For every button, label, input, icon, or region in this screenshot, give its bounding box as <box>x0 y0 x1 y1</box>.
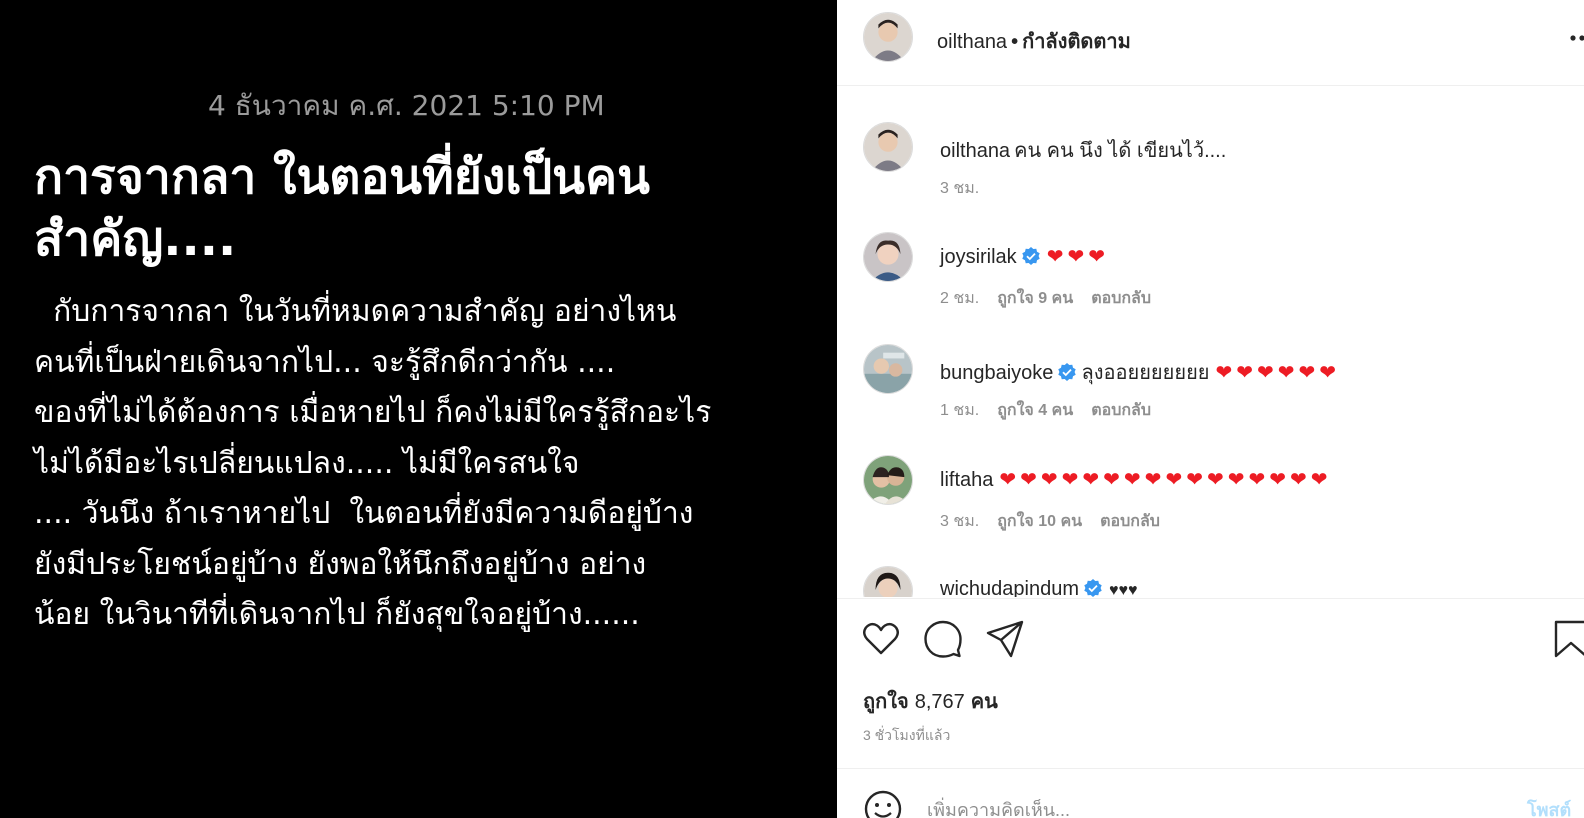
reply-button[interactable]: ตอบกลับ <box>1091 402 1151 419</box>
comment-meta: 1 ชม. ถูกใจ 4 คน ตอบกลับ <box>940 398 1169 423</box>
comment-time: 3 ชม. <box>940 513 980 530</box>
follow-status-button[interactable]: กำลังติดตาม <box>1022 31 1131 53</box>
image-body-line: น้อย ในวินาทีที่เดินจากไป ก็ยังสุขใจอยู่… <box>34 597 640 632</box>
image-body-line: กับการจากลา ในวันที่หมดความสำคัญ อย่างไห… <box>34 294 677 329</box>
comment-bubble-icon[interactable] <box>923 619 963 659</box>
post-header: oilthana • กำลังติดตาม <box>837 0 1584 86</box>
avatar[interactable] <box>863 344 913 394</box>
likes-label: ถูกใจ <box>863 691 909 713</box>
caption-line: oilthana คน คน นึง ได้ เขียนไว้.... <box>940 134 1226 166</box>
comment-item: wichudapindum ♥♥♥ <box>837 566 1584 597</box>
emoji-icon[interactable] <box>863 789 903 818</box>
comment-meta: 2 ชม. ถูกใจ 9 คน ตอบกลับ <box>940 286 1169 311</box>
avatar[interactable] <box>863 122 913 172</box>
likes-unit: คน <box>970 691 998 713</box>
comment-likes[interactable]: ถูกใจ 10 คน <box>997 513 1082 530</box>
post-side-panel: oilthana • กำลังติดตาม oilthana คน คน นึง ไ… <box>837 0 1584 818</box>
paper-plane-icon[interactable] <box>985 619 1025 659</box>
image-body-line: ยังมีประโยชน์อยู่บ้าง ยังพอให้นึกถึงอยู่… <box>34 546 647 582</box>
separator-dot: • <box>1011 31 1019 53</box>
comment-text: ลุงออยยยยยยย <box>1081 362 1210 384</box>
post-image: 4 ธันวาคม ค.ศ. 2021 5:10 PM การจากลา ในต… <box>0 0 837 818</box>
verified-badge-icon <box>1084 579 1102 597</box>
comment-item: liftaha ❤❤❤❤❤❤❤❤❤❤❤❤❤❤❤❤ 3 ชม. ถูกใจ 10 คน… <box>837 455 1584 555</box>
like-count[interactable]: ถูกใจ 8,767 คน <box>863 685 998 717</box>
comment-time: 2 ชม. <box>940 290 980 307</box>
comment-username[interactable]: bungbaiyoke <box>940 362 1053 384</box>
comment-hearts: ♥♥♥ <box>1108 582 1138 597</box>
verified-badge-icon <box>1058 363 1077 381</box>
avatar[interactable] <box>863 12 913 62</box>
comment-line: bungbaiyoke ลุงออยยยยยยย ❤❤❤❤❤❤ <box>940 356 1340 388</box>
comment-hearts: ❤❤❤ <box>1046 246 1109 268</box>
avatar[interactable] <box>863 455 913 505</box>
image-body-line: .... วันนึง ถ้าเราหายไป ในตอนที่ยังมีควา… <box>34 496 694 531</box>
image-date: 4 ธันวาคม ค.ศ. 2021 5:10 PM <box>208 89 605 122</box>
comment-item: bungbaiyoke ลุงออยยยยยยย ❤❤❤❤❤❤ 1 ชม. ถูกใจ… <box>837 344 1584 444</box>
image-title-line: การจากลา ในตอนที่ยังเป็นคน <box>34 149 650 205</box>
caption-text: คน คน นึง ได้ เขียนไว้.... <box>1014 140 1227 162</box>
comment-input[interactable] <box>927 795 1487 818</box>
comment-likes[interactable]: ถูกใจ 9 คน <box>997 290 1073 307</box>
heart-icon[interactable] <box>861 619 901 659</box>
caption-username[interactable]: oilthana <box>940 140 1010 162</box>
caption-meta: 3 ชม. <box>940 176 997 201</box>
post-time-ago: 3 ชั่วโมงที่แล้ว <box>863 727 951 743</box>
reply-button[interactable]: ตอบกลับ <box>1100 513 1160 530</box>
comment-hearts: ❤❤❤❤❤❤❤❤❤❤❤❤❤❤❤❤ <box>999 469 1332 491</box>
post-comment-button[interactable]: โพสต์ <box>1527 795 1571 818</box>
image-body-line: คนที่เป็นฝ่ายเดินจากไป... จะรู้สึกดีกว่า… <box>34 344 616 380</box>
image-title-line: สำคัญ.... <box>34 211 237 267</box>
comment-username[interactable]: wichudapindum <box>940 578 1079 597</box>
likes-number: 8,767 <box>914 691 965 713</box>
comment-line: wichudapindum ♥♥♥ <box>940 578 1137 597</box>
comment-item: joysirilak ❤❤❤ 2 ชม. ถูกใจ 9 คน ตอบกลับ <box>837 232 1584 332</box>
comment-time: 1 ชม. <box>940 402 980 419</box>
comment-likes[interactable]: ถูกใจ 4 คน <box>997 402 1073 419</box>
verified-badge-icon <box>1021 247 1040 265</box>
reply-button[interactable]: ตอบกลับ <box>1091 290 1151 307</box>
image-body: กับการจากลา ในวันที่หมดความสำคัญ อย่างไห… <box>34 287 824 641</box>
header-username[interactable]: oilthana <box>937 31 1007 53</box>
comment-line: joysirilak ❤❤❤ <box>940 244 1109 269</box>
image-body-line: ไม่ได้มีอะไรเปลี่ยนแปลง..... ไม่มีใครสนใ… <box>34 445 580 481</box>
image-body-line: ของที่ไม่ได้ต้องการ เมื่อหายไป ก็คงไม่มี… <box>34 395 712 430</box>
add-comment-bar: โพสต์ <box>837 768 1584 818</box>
comment-meta: 3 ชม. ถูกใจ 10 คน ตอบกลับ <box>940 509 1178 534</box>
post-actions: ถูกใจ 8,767 คน 3 ชั่วโมงที่แล้ว <box>837 598 1584 768</box>
header-user: oilthana • กำลังติดตาม <box>937 25 1131 57</box>
caption-time: 3 ชม. <box>940 180 980 197</box>
comments-list[interactable]: oilthana คน คน นึง ได้ เขียนไว้.... 3 ชม.… <box>837 87 1584 597</box>
image-title: การจากลา ในตอนที่ยังเป็นคน สำคัญ.... <box>34 146 824 270</box>
bookmark-icon[interactable] <box>1551 619 1584 659</box>
comment-hearts: ❤❤❤❤❤❤ <box>1215 362 1341 384</box>
avatar[interactable] <box>863 232 913 282</box>
caption-item: oilthana คน คน นึง ได้ เขียนไว้.... 3 ชม. <box>837 122 1584 222</box>
comment-line: liftaha ❤❤❤❤❤❤❤❤❤❤❤❤❤❤❤❤ <box>940 467 1332 492</box>
comment-username[interactable]: joysirilak <box>940 246 1017 268</box>
more-dots-icon[interactable] <box>1549 26 1584 50</box>
avatar[interactable] <box>863 566 913 597</box>
comment-username[interactable]: liftaha <box>940 469 993 491</box>
